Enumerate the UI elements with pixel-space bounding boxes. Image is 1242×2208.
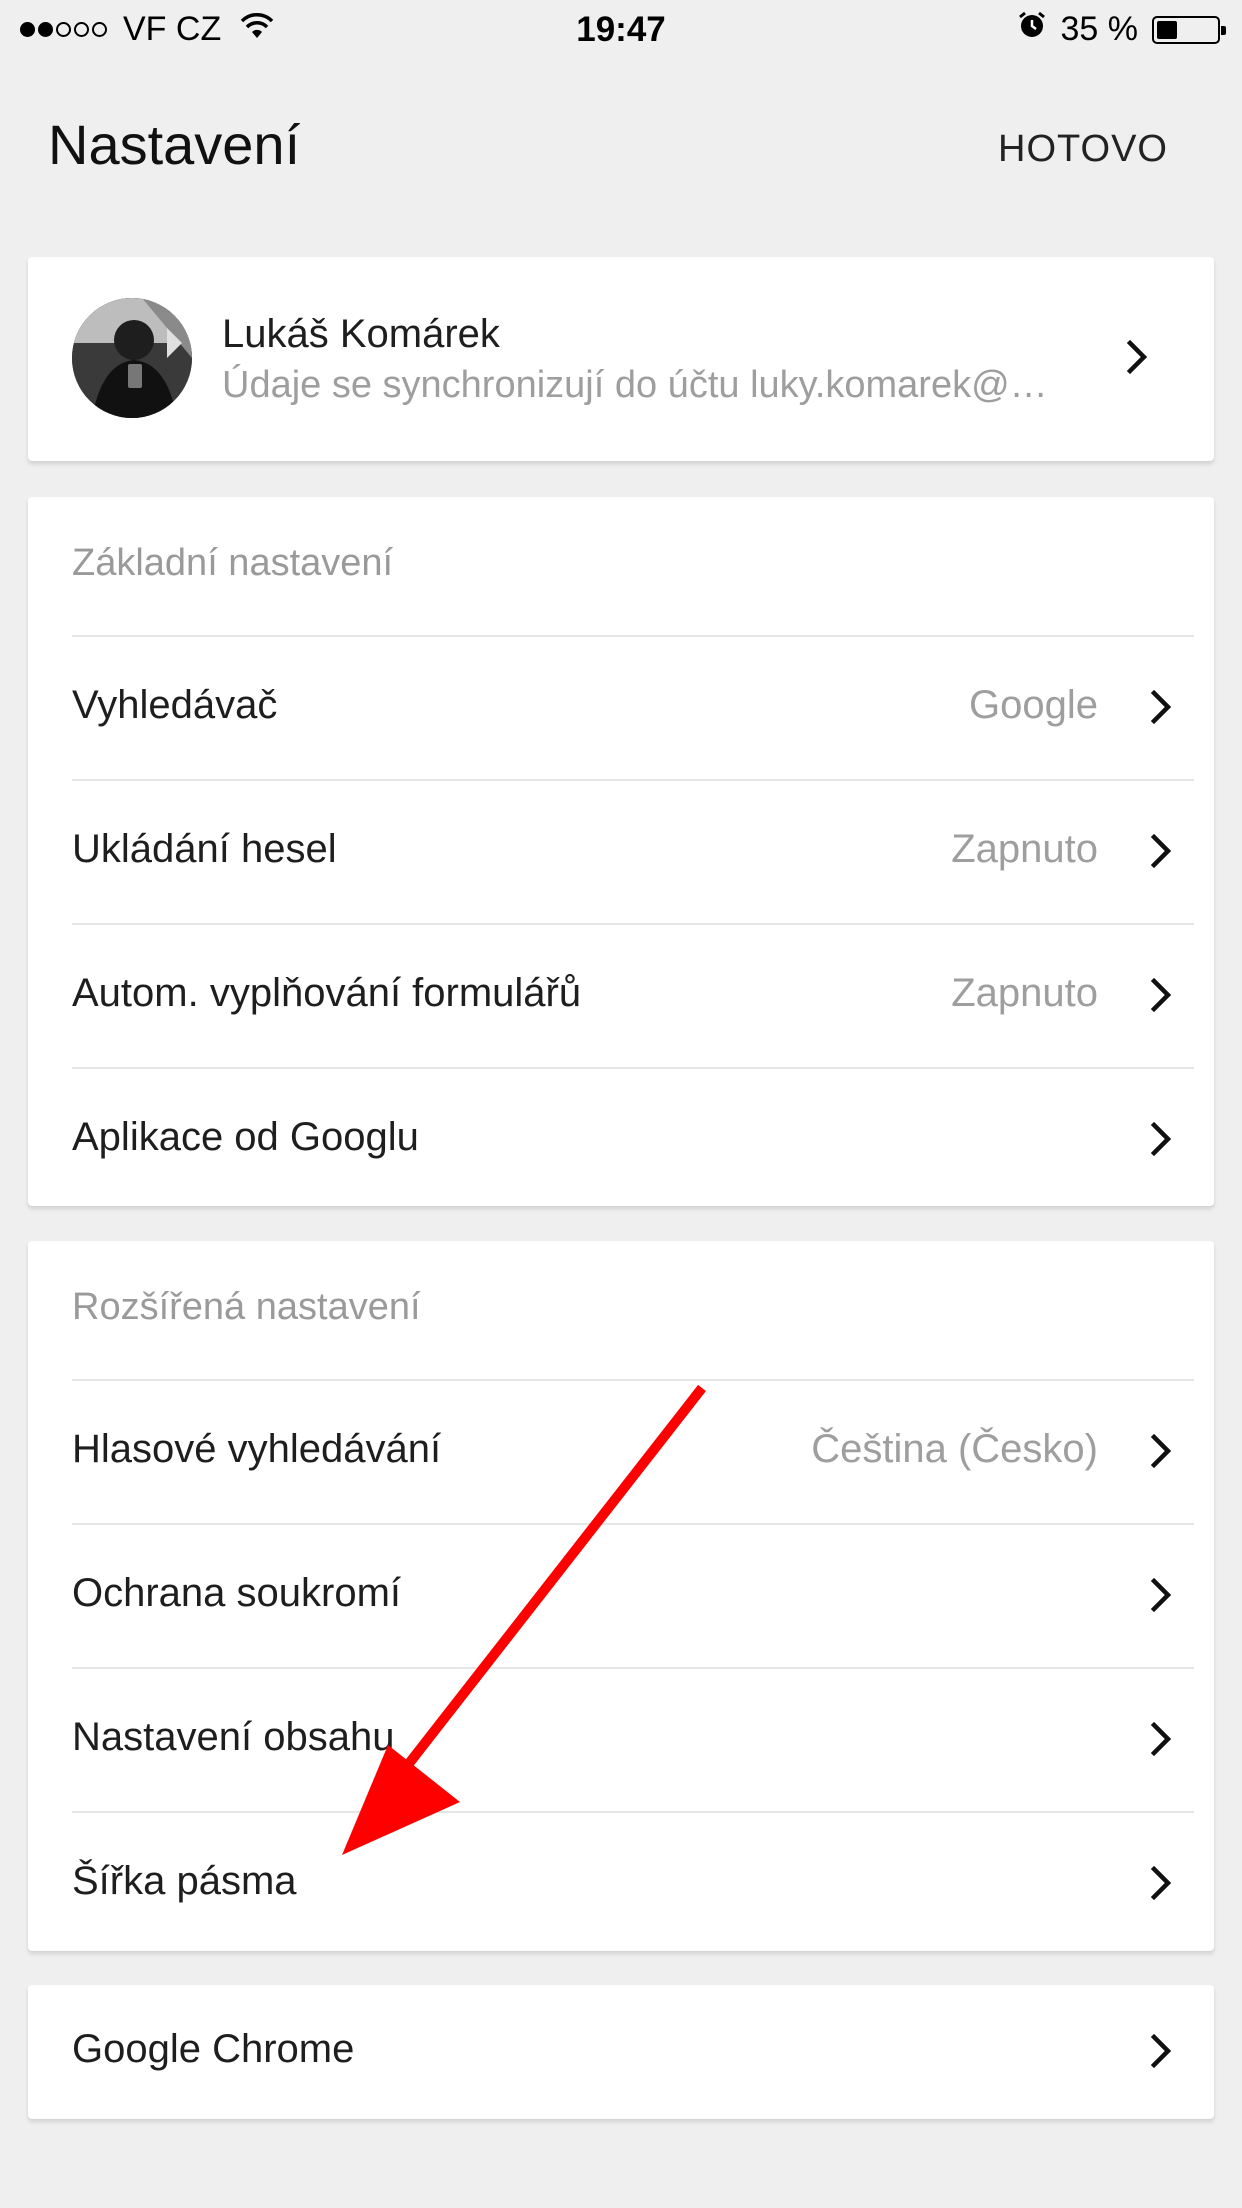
row-label: Šířka pásma	[72, 1859, 297, 1903]
row-value: Google	[969, 683, 1098, 727]
avatar	[72, 298, 192, 418]
section-title-basic: Základní nastavení	[72, 542, 394, 584]
row-label: Hlasové vyhledávání	[72, 1427, 442, 1471]
basic-settings-card: Základní nastavení Vyhledávač Google Ukl…	[28, 497, 1214, 1206]
row-label: Ukládání hesel	[72, 827, 337, 871]
divider	[72, 779, 1194, 781]
row-google-apps[interactable]: Aplikace od Googlu	[72, 1067, 1194, 1211]
row-label: Vyhledávač	[72, 683, 278, 727]
row-label: Autom. vyplňování formulářů	[72, 971, 582, 1015]
section-title-advanced: Rozšířená nastavení	[72, 1286, 421, 1328]
status-bar: VF CZ 19:47 35 %	[0, 0, 1242, 60]
divider	[72, 923, 1194, 925]
about-chrome-card: Google Chrome	[28, 1985, 1214, 2119]
row-value: Čeština (Česko)	[811, 1427, 1098, 1471]
row-bandwidth[interactable]: Šířka pásma	[72, 1811, 1194, 1955]
chevron-right-icon	[1148, 1575, 1176, 1620]
divider	[72, 1667, 1194, 1669]
divider	[72, 1523, 1194, 1525]
chevron-right-icon	[1148, 831, 1176, 876]
advanced-settings-card: Rozšířená nastavení Hlasové vyhledávání …	[28, 1241, 1214, 1951]
alarm-icon	[1017, 10, 1047, 49]
row-save-passwords[interactable]: Ukládání hesel Zapnuto	[72, 779, 1194, 923]
battery-percent: 35 %	[1060, 10, 1139, 48]
row-label: Google Chrome	[72, 2027, 355, 2071]
chevron-right-icon	[1148, 1431, 1176, 1476]
chevron-right-icon	[1148, 1719, 1176, 1764]
profile-name: Lukáš Komárek	[222, 312, 500, 356]
divider	[72, 635, 1194, 637]
row-value: Zapnuto	[951, 827, 1098, 871]
row-privacy[interactable]: Ochrana soukromí	[72, 1523, 1194, 1667]
chevron-right-icon	[1148, 687, 1176, 732]
profile-sync-status: Údaje se synchronizují do účtu luky.koma…	[222, 364, 1052, 406]
chevron-right-icon	[1148, 1863, 1176, 1908]
chevron-right-icon	[1148, 2031, 1176, 2076]
row-autofill-forms[interactable]: Autom. vyplňování formulářů Zapnuto	[72, 923, 1194, 1067]
profile-card[interactable]: Lukáš Komárek Údaje se synchronizují do …	[28, 257, 1214, 461]
page-title: Nastavení	[48, 113, 301, 176]
divider	[72, 1379, 1194, 1381]
row-label: Ochrana soukromí	[72, 1571, 402, 1615]
row-content-settings[interactable]: Nastavení obsahu	[72, 1667, 1194, 1811]
row-voice-search[interactable]: Hlasové vyhledávání Čeština (Česko)	[72, 1379, 1194, 1523]
chevron-right-icon	[1148, 975, 1176, 1020]
divider	[72, 1811, 1194, 1813]
row-label: Nastavení obsahu	[72, 1715, 395, 1759]
chevron-right-icon	[1148, 1119, 1176, 1164]
row-label: Aplikace od Googlu	[72, 1115, 419, 1159]
divider	[72, 1067, 1194, 1069]
done-button[interactable]: HOTOVO	[998, 128, 1168, 171]
row-google-chrome[interactable]: Google Chrome	[72, 1979, 1194, 2123]
row-value: Zapnuto	[951, 971, 1098, 1015]
battery-icon	[1152, 15, 1226, 44]
status-right: 35 %	[1017, 10, 1226, 49]
chevron-right-icon	[1124, 337, 1152, 382]
row-search-engine[interactable]: Vyhledávač Google	[72, 635, 1194, 779]
